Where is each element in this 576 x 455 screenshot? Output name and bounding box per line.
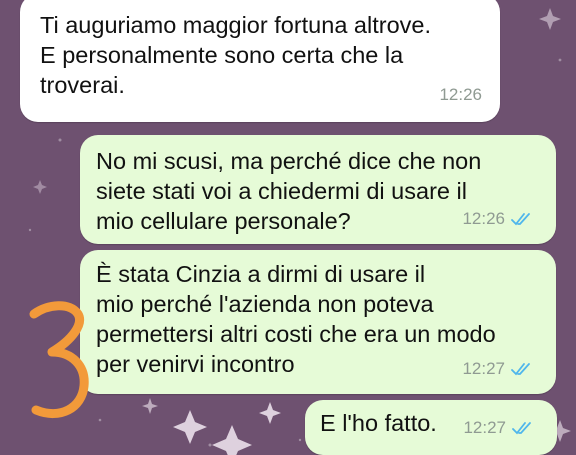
message-meta: 12:27 <box>462 354 530 384</box>
message-time: 12:27 <box>463 418 506 437</box>
double-check-icon <box>511 362 530 375</box>
message-text-line: per venirvi incontro <box>96 351 295 377</box>
sparkle-star-icon <box>173 410 207 444</box>
message-bubble-outgoing[interactable]: E l'ho fatto. 12:27 <box>305 400 557 455</box>
sparkle-star-icon <box>142 398 158 414</box>
sparkle-star-icon <box>539 8 561 30</box>
message-text-line: siete stati voi a chiedermi di usare il <box>96 178 467 204</box>
message-text-line: mio cellulare personale? <box>96 208 351 234</box>
message-text-line: troverai. <box>40 72 125 98</box>
sparkle-star-icon <box>33 180 47 194</box>
message-bubble-incoming[interactable]: Ti auguriamo maggior fortuna altrove. E … <box>20 0 500 122</box>
double-check-icon <box>511 212 530 225</box>
handwritten-three-annotation <box>29 301 89 419</box>
message-text-line: E l'ho fatto. <box>320 410 437 436</box>
message-bubble-outgoing[interactable]: È stata Cinzia a dirmi di usare il mio p… <box>80 250 556 394</box>
message-text-line: mio perché l'azienda non poteva <box>96 291 434 317</box>
message-text-line: permettersi altri costi che era un modo <box>96 321 496 347</box>
sparkle-star-icon <box>212 425 252 455</box>
message-meta: 12:26 <box>462 204 530 234</box>
message-meta: 12:27 <box>463 413 531 443</box>
message-meta: 12:26 <box>439 80 482 110</box>
message-text-line: Ti auguriamo maggior fortuna altrove. <box>40 12 431 38</box>
message-time: 12:26 <box>439 85 482 104</box>
message-time: 12:27 <box>462 359 505 378</box>
message-bubble-outgoing[interactable]: No mi scusi, ma perché dice che non siet… <box>80 135 556 244</box>
message-time: 12:26 <box>462 209 505 228</box>
message-text-line: E personalmente sono certa che la <box>40 42 404 68</box>
double-check-icon <box>512 421 531 434</box>
message-text-line: È stata Cinzia a dirmi di usare il <box>96 261 426 287</box>
sparkle-star-icon <box>259 402 281 424</box>
message-text-line: No mi scusi, ma perché dice che non <box>96 148 482 174</box>
